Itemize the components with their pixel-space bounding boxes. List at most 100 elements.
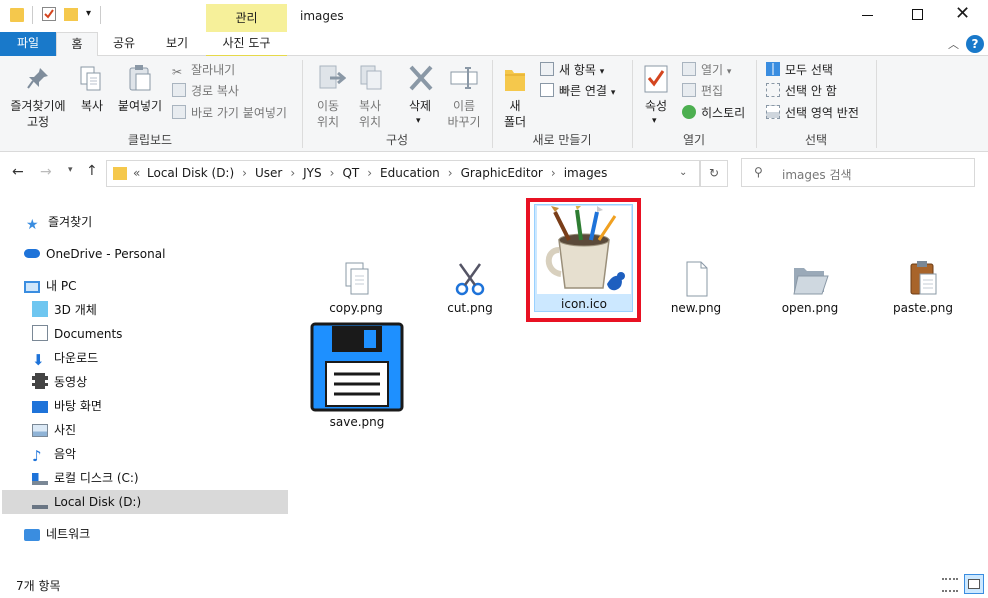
divider	[100, 6, 101, 24]
cloud-icon	[24, 249, 40, 258]
group-label-new: 새로 만들기	[532, 133, 592, 147]
nav-item-3d-objects[interactable]: 3D 개체	[32, 298, 97, 322]
tab-picture-tools[interactable]: 사진 도구	[206, 32, 287, 56]
breadcrumb-grapheditor[interactable]: GraphicEditor	[461, 166, 543, 180]
document-icon	[32, 325, 48, 341]
breadcrumb-local-disk[interactable]: Local Disk (D:)	[147, 166, 234, 180]
nav-onedrive[interactable]: OneDrive - Personal	[24, 242, 165, 266]
nav-quick-access[interactable]: ★ 즐겨찾기	[26, 210, 92, 234]
file-item-copy[interactable]: copy.png	[324, 260, 388, 315]
file-name: copy.png	[329, 301, 383, 315]
easy-access-button[interactable]: 빠른 연결 ▾	[540, 81, 615, 103]
nav-item-desktop[interactable]: 바탕 화면	[32, 394, 102, 418]
search-icon: ⚲	[754, 165, 763, 179]
history-button[interactable]: 히스토리	[682, 103, 745, 123]
pin-quick-access-button[interactable]: 즐겨찾기에 고정	[4, 98, 72, 130]
nav-item-music[interactable]: ♪ 음악	[32, 442, 76, 466]
copy-to-button[interactable]: 복사 위치	[348, 98, 392, 130]
nav-item-documents[interactable]: Documents	[32, 322, 122, 346]
file-item-cut[interactable]: cut.png	[438, 260, 502, 315]
breadcrumb-jys[interactable]: JYS	[303, 166, 322, 180]
breadcrumb-education[interactable]: Education	[380, 166, 440, 180]
computer-icon	[24, 281, 40, 293]
paste-icon	[128, 64, 152, 92]
paste-button[interactable]: 붙여넣기	[112, 98, 168, 114]
details-view-icon[interactable]	[942, 578, 958, 592]
properties-button[interactable]: 속성	[636, 98, 676, 114]
file-item-paste[interactable]: paste.png	[891, 260, 955, 315]
refresh-icon[interactable]: ↻	[700, 160, 728, 187]
nav-item-videos[interactable]: 동영상	[32, 370, 87, 394]
address-bar[interactable]: « Local Disk (D:) › User › JYS › QT › Education ›…	[106, 160, 700, 187]
nav-item-label: Documents	[54, 327, 123, 341]
delete-dropdown-icon[interactable]: ▾	[416, 116, 421, 126]
open-icon	[682, 62, 696, 76]
rename-icon	[450, 66, 480, 90]
close-icon[interactable]: ✕	[955, 3, 970, 25]
properties-qat-icon[interactable]	[42, 7, 56, 21]
nav-item-drive-c[interactable]: 로컬 디스크 (C:)	[32, 466, 139, 490]
minimize-icon[interactable]	[862, 15, 873, 16]
file-item-save[interactable]: save.png	[308, 322, 406, 429]
nav-network[interactable]: 네트워크	[24, 522, 90, 546]
select-none-button[interactable]: 선택 안 함	[766, 81, 837, 101]
copy-path-button[interactable]: 경로 복사	[172, 81, 239, 101]
nav-item-pictures[interactable]: 사진	[32, 418, 76, 442]
cut-button[interactable]: ✂ 잘라내기	[172, 60, 235, 80]
search-input[interactable]: ⚲ images 검색	[741, 158, 975, 187]
file-item-icon[interactable]: icon.ico	[536, 204, 632, 311]
breadcrumb-overflow[interactable]: «	[133, 166, 140, 180]
up-arrow-icon[interactable]: ↑	[86, 163, 98, 179]
move-to-button[interactable]: 이동 위치	[306, 98, 350, 130]
file-item-new[interactable]: new.png	[664, 260, 728, 315]
group-label-organize: 구성	[385, 133, 409, 147]
qat-customize-icon[interactable]: ▾	[86, 8, 91, 19]
forward-arrow-icon[interactable]: →	[40, 164, 52, 180]
new-folder-qat-icon[interactable]	[64, 8, 78, 21]
file-item-open[interactable]: open.png	[778, 260, 842, 315]
status-bar: 7개 항목	[0, 570, 988, 598]
nav-item-downloads[interactable]: ⬇ 다운로드	[32, 346, 98, 370]
breadcrumb-images[interactable]: images	[564, 166, 608, 180]
rename-button[interactable]: 이름 바꾸기	[440, 98, 488, 130]
nav-onedrive-label: OneDrive - Personal	[46, 247, 166, 261]
tab-file[interactable]: 파일	[0, 32, 56, 56]
network-icon	[24, 529, 40, 541]
delete-button[interactable]: 삭제	[398, 98, 442, 114]
contextual-group-label: 관리	[235, 11, 258, 25]
invert-selection-button[interactable]: 선택 영역 반전	[766, 103, 859, 123]
copy-path-icon	[172, 83, 186, 97]
back-arrow-icon[interactable]: ←	[12, 164, 24, 180]
new-item-button[interactable]: 새 항목 ▾	[540, 60, 604, 82]
recent-locations-icon[interactable]: ▾	[68, 165, 73, 175]
breadcrumb-user[interactable]: User	[255, 166, 282, 180]
large-icons-view-icon[interactable]	[964, 574, 984, 594]
breadcrumb-qt[interactable]: QT	[342, 166, 359, 180]
address-history-chevron-icon[interactable]: ⌄	[679, 167, 687, 178]
nav-this-pc[interactable]: 내 PC	[24, 274, 76, 298]
desktop-icon	[32, 401, 48, 413]
new-folder-button[interactable]: 새 폴더	[496, 98, 534, 130]
folder-icon[interactable]	[10, 8, 24, 22]
open-button[interactable]: 열기 ▾	[682, 60, 731, 82]
maximize-icon[interactable]	[912, 9, 923, 20]
history-icon	[682, 105, 696, 119]
copy-button[interactable]: 복사	[72, 98, 112, 114]
edit-button[interactable]: 편집	[682, 81, 723, 101]
nav-item-label: 음악	[54, 447, 77, 461]
tab-view[interactable]: 보기	[152, 32, 202, 56]
nav-this-pc-label: 내 PC	[46, 279, 77, 293]
nav-item-drive-d[interactable]: Local Disk (D:)	[32, 490, 141, 514]
collapse-ribbon-icon[interactable]: ︿	[948, 36, 959, 52]
scissors-icon	[455, 263, 485, 296]
picture-icon	[32, 424, 48, 437]
help-icon[interactable]: ?	[966, 35, 984, 53]
copy-to-icon	[358, 64, 388, 92]
paste-shortcut-button[interactable]: 바로 가기 붙여넣기	[172, 103, 287, 123]
tab-share[interactable]: 공유	[102, 32, 146, 56]
easy-access-label: 빠른 연결	[559, 84, 607, 98]
properties-dropdown-icon[interactable]: ▾	[652, 116, 657, 126]
select-all-button[interactable]: 모두 선택	[766, 60, 833, 80]
tab-home[interactable]: 홈	[56, 32, 98, 57]
folder-icon	[113, 167, 127, 180]
